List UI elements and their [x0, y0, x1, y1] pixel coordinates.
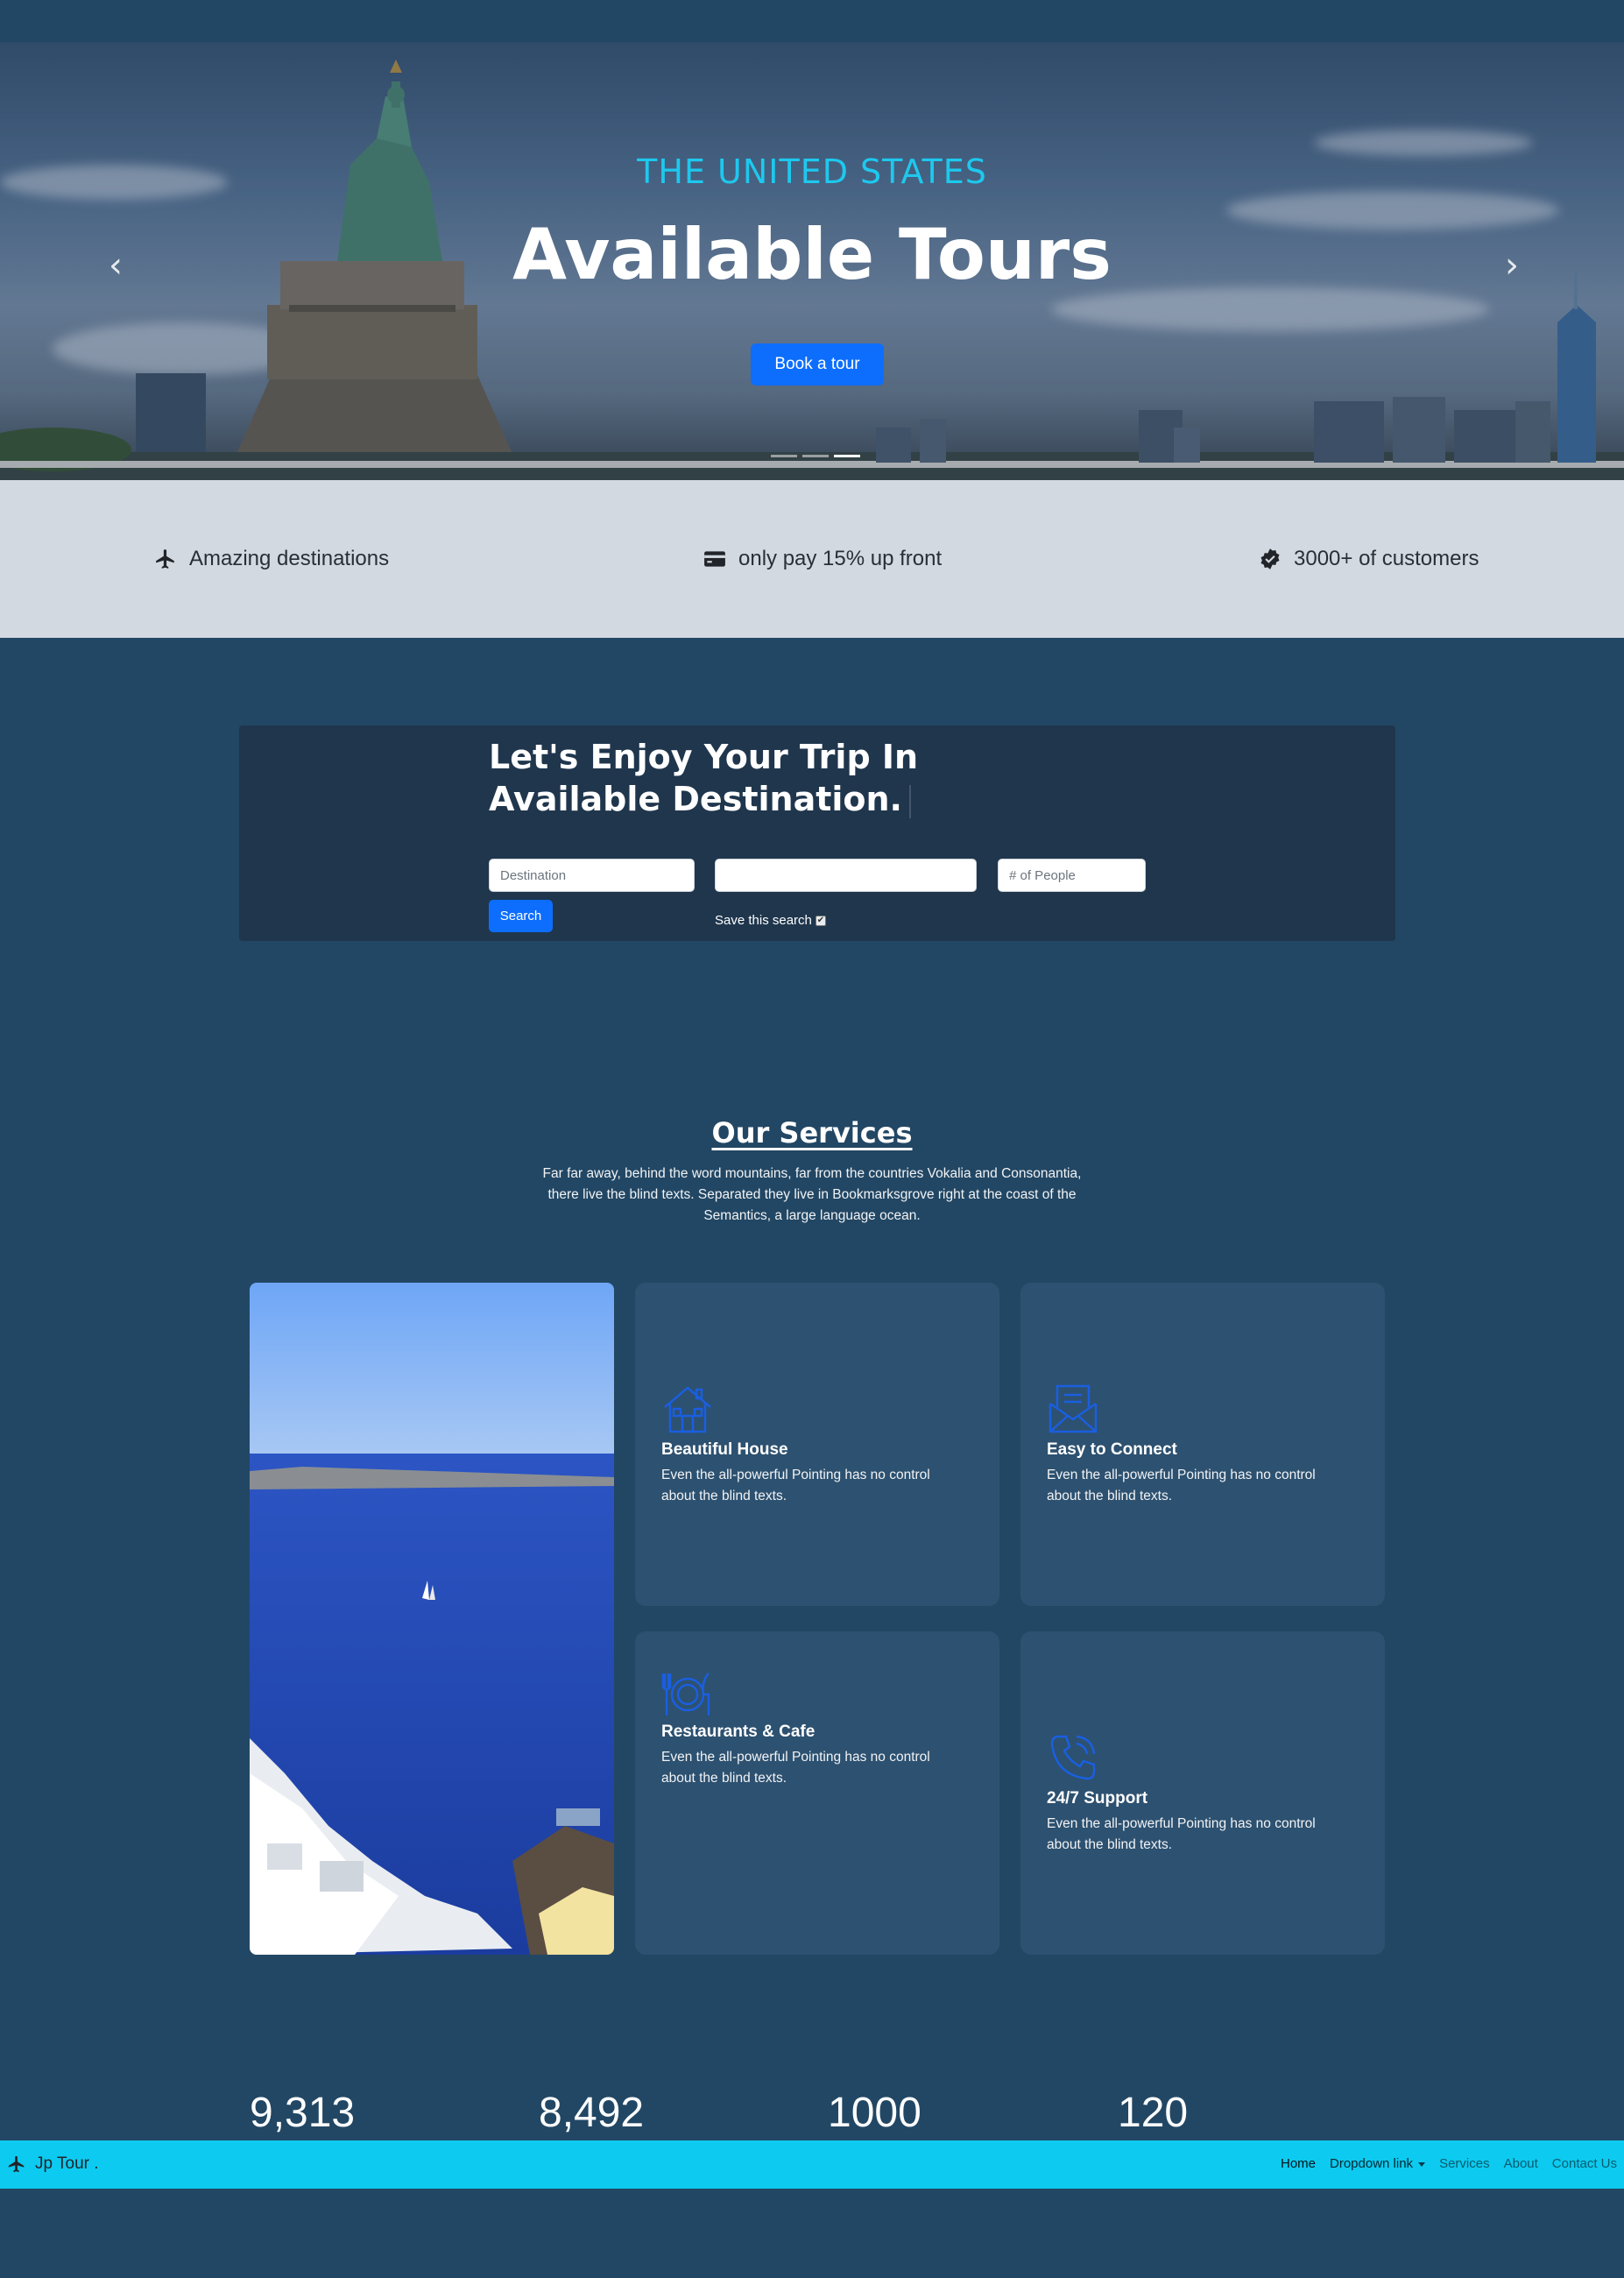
- feature-item: 3000+ of customers: [1259, 547, 1479, 571]
- counter-value: 120: [1118, 2090, 1189, 2136]
- santorini-sea-image: [250, 1283, 614, 1955]
- brand-name: Jp Tour .: [35, 2154, 99, 2173]
- destination-input[interactable]: [489, 859, 695, 892]
- service-text: Even the all-powerful Pointing has no co…: [661, 1750, 930, 1786]
- phone-ringing-icon: [1050, 1735, 1096, 1780]
- service-card: 24/7 Support Even the all-powerful Point…: [1020, 1631, 1385, 1955]
- feature-item: Amazing destinations: [154, 547, 389, 571]
- search-heading-line1: Let's Enjoy Your Trip In: [489, 738, 919, 776]
- services-description: Far far away, behind the word mountains,…: [542, 1166, 1082, 1223]
- service-title: Restaurants & Cafe: [661, 1723, 816, 1741]
- counter-value: 1000: [828, 2090, 921, 2136]
- feature-label: only pay 15% up front: [738, 547, 943, 570]
- feature-item: only pay 15% up front: [703, 547, 942, 571]
- nav-dropdown-link[interactable]: Dropdown link: [1323, 2156, 1432, 2171]
- envelope-open-icon: [1049, 1384, 1098, 1433]
- service-card: Restaurants & Cafe Even the all-powerful…: [635, 1631, 999, 1955]
- service-title: Easy to Connect: [1047, 1440, 1177, 1459]
- service-text: Even the all-powerful Pointing has no co…: [1047, 1816, 1316, 1852]
- credit-card-icon: [704, 551, 725, 567]
- caret-down-icon: [1418, 2161, 1426, 2167]
- nav-dropdown-label: Dropdown link: [1330, 2156, 1414, 2171]
- service-text: Even the all-powerful Pointing has no co…: [1047, 1468, 1316, 1503]
- carousel-indicator-active[interactable]: [834, 455, 860, 457]
- counter-value: 8,492: [539, 2090, 645, 2136]
- search-heading-line2: Available Destination.: [489, 780, 902, 818]
- airplane-icon: [156, 549, 174, 569]
- features-strip: Amazing destinations only pay 15% up fro…: [0, 480, 1624, 638]
- people-count-input[interactable]: [998, 859, 1146, 892]
- save-search-option[interactable]: Save this search ✔: [715, 913, 826, 928]
- hero-title: Available Tours: [512, 214, 1112, 295]
- house-icon: [664, 1386, 711, 1433]
- service-title: Beautiful House: [661, 1440, 788, 1459]
- verified-badge-icon: [1260, 548, 1280, 570]
- brand-link[interactable]: Jp Tour .: [7, 2154, 99, 2174]
- service-card: Beautiful House Even the all-powerful Po…: [635, 1283, 999, 1606]
- nav-link-home[interactable]: Home: [1274, 2156, 1323, 2171]
- nav-link-contact[interactable]: Contact Us: [1545, 2156, 1624, 2171]
- counter-value: 9,313: [250, 2090, 356, 2136]
- service-title: 24/7 Support: [1047, 1789, 1148, 1808]
- nav-link-services[interactable]: Services: [1432, 2156, 1497, 2171]
- plate-cutlery-icon: [661, 1673, 710, 1716]
- bottom-navbar: Jp Tour . Home Dropdown link Services Ab…: [0, 2140, 1624, 2189]
- nav-link-about[interactable]: About: [1497, 2156, 1545, 2171]
- save-search-checkbox[interactable]: ✔: [815, 915, 826, 926]
- carousel-indicator[interactable]: [771, 455, 797, 457]
- airplane-icon: [8, 2155, 25, 2173]
- feature-label: 3000+ of customers: [1294, 547, 1479, 570]
- hero-subtitle: THE UNITED STATES: [637, 152, 987, 191]
- hero-carousel: ‹ › THE UNITED STATES Available Tours Bo…: [0, 42, 1624, 480]
- search-heading: Let's Enjoy Your Trip In Available Desti…: [489, 736, 1014, 820]
- search-button[interactable]: Search: [489, 900, 553, 932]
- date-input[interactable]: [715, 859, 977, 892]
- feature-label: Amazing destinations: [189, 547, 390, 570]
- nav-links: Home Dropdown link Services About Contac…: [1274, 2156, 1624, 2171]
- carousel-indicators: [771, 455, 860, 457]
- trip-search-panel: Let's Enjoy Your Trip In Available Desti…: [239, 725, 1395, 941]
- save-search-label: Save this search: [715, 913, 812, 928]
- services-photo: [250, 1283, 614, 1955]
- service-card: Easy to Connect Even the all-powerful Po…: [1020, 1283, 1385, 1606]
- services-title: Our Services: [711, 1116, 913, 1150]
- carousel-indicator[interactable]: [802, 455, 829, 457]
- service-text: Even the all-powerful Pointing has no co…: [661, 1468, 930, 1503]
- typing-cursor: [909, 784, 911, 818]
- book-tour-button[interactable]: Book a tour: [751, 343, 884, 386]
